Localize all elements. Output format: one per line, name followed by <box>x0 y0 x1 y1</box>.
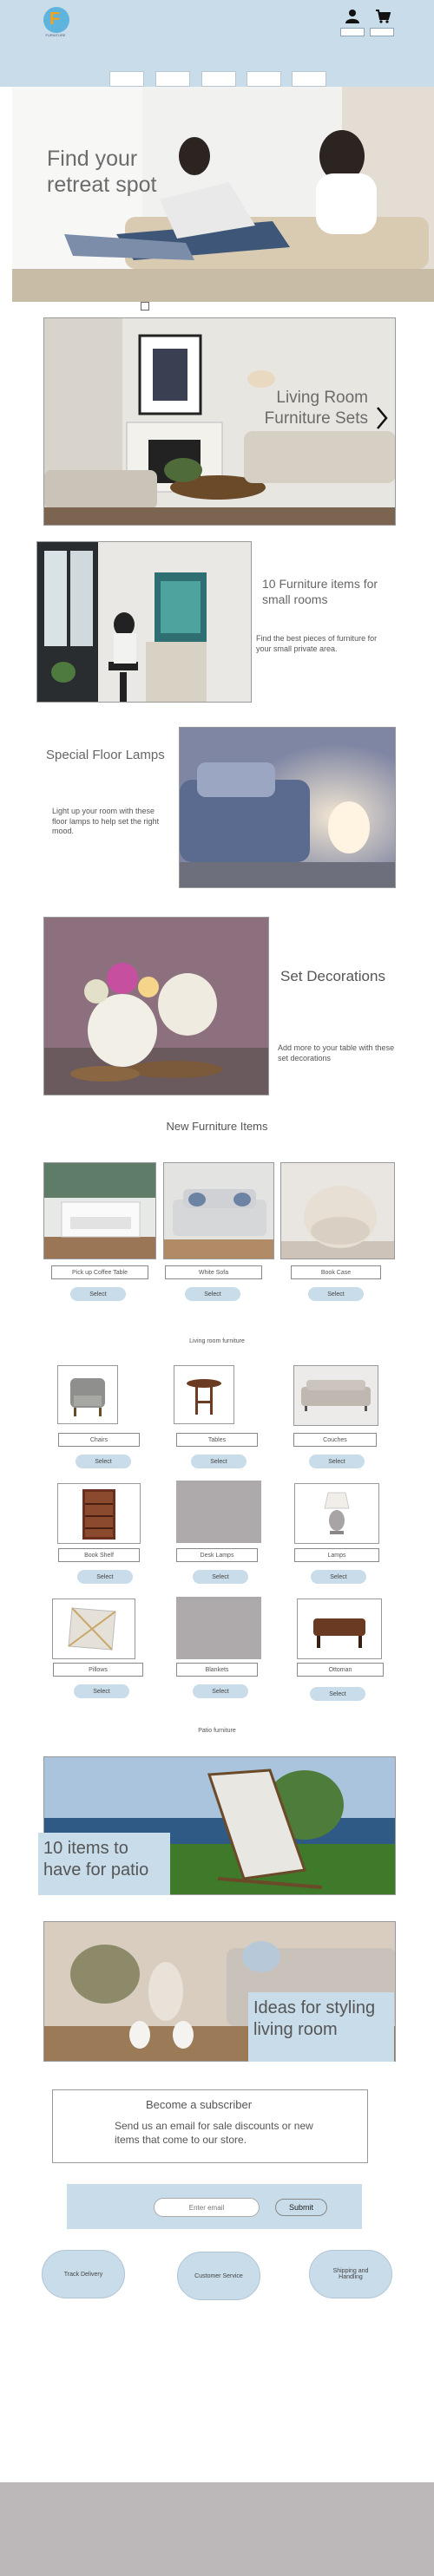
select-lamps-button[interactable]: Select <box>311 1570 366 1584</box>
logo-letter: F <box>49 10 61 29</box>
ottoman-field[interactable]: Ottoman <box>297 1663 384 1677</box>
lamps-field[interactable]: Lamps <box>294 1548 379 1562</box>
select-tables-button[interactable]: Select <box>191 1455 247 1468</box>
blankets-field[interactable]: Blankets <box>176 1663 258 1677</box>
select-white-sofa-button[interactable]: Select <box>185 1287 240 1301</box>
white-sofa-image[interactable] <box>163 1162 274 1259</box>
logo[interactable]: F <box>43 7 69 33</box>
pillows-image[interactable] <box>52 1599 135 1659</box>
select-couches-button[interactable]: Select <box>309 1455 365 1468</box>
select-blankets-button[interactable]: Select <box>193 1684 248 1698</box>
lamps-title: Special Floor Lamps <box>46 748 165 762</box>
lamps-image[interactable] <box>294 1483 379 1544</box>
hero-carousel-dot[interactable] <box>141 302 149 311</box>
tables-image[interactable] <box>174 1365 234 1424</box>
lamps-subtitle: Light up your room with these floor lamp… <box>52 807 160 836</box>
styling-title: Ideas for styling living room <box>253 1998 376 2039</box>
logo-text: FURNITURE <box>45 33 66 37</box>
shipping-handling-link[interactable]: Shipping and Handling <box>309 2250 392 2298</box>
white-sofa-field[interactable]: White Sofa <box>165 1265 262 1279</box>
nav-item-5[interactable] <box>292 71 326 87</box>
chairs-image[interactable] <box>57 1365 118 1424</box>
coffee-table-field[interactable]: Pick up Coffee Table <box>51 1265 148 1279</box>
nav-item-3[interactable] <box>201 71 236 87</box>
select-coffee-table-button[interactable]: Select <box>70 1287 126 1301</box>
small-rooms-title: 10 Furniture items for small rooms <box>262 577 378 606</box>
nav-item-2[interactable] <box>155 71 190 87</box>
subscribe-title: Become a subscriber <box>145 2098 253 2111</box>
patio-heading: Patio furniture <box>198 1728 236 1734</box>
select-desk-lamps-button[interactable]: Select <box>193 1570 248 1584</box>
living-room-furniture-heading: Living room furniture <box>189 1338 245 1344</box>
nav-item-4[interactable] <box>247 71 281 87</box>
decorations-image <box>43 917 269 1095</box>
coffee-table-image[interactable] <box>43 1162 156 1259</box>
tables-field[interactable]: Tables <box>176 1433 258 1447</box>
ottoman-image[interactable] <box>297 1599 382 1659</box>
book-case-field[interactable]: Book Case <box>291 1265 381 1279</box>
email-input[interactable] <box>154 2198 260 2217</box>
couches-field[interactable]: Couches <box>293 1433 377 1447</box>
select-book-case-button[interactable]: Select <box>308 1287 364 1301</box>
chevron-right-icon[interactable] <box>375 406 389 435</box>
cart-icon[interactable] <box>375 9 391 29</box>
book-case-image[interactable] <box>280 1162 395 1259</box>
site-footer <box>0 2482 434 2576</box>
select-pillows-button[interactable]: Select <box>74 1684 129 1698</box>
customer-service-link[interactable]: Customer Service <box>177 2252 260 2300</box>
user-icon[interactable] <box>345 9 360 29</box>
chairs-field[interactable]: Chairs <box>58 1433 140 1447</box>
select-ottoman-button[interactable]: Select <box>310 1687 365 1701</box>
decorations-subtitle: Add more to your table with these set de… <box>278 1043 395 1062</box>
nav-item-1[interactable] <box>109 71 144 87</box>
cart-box[interactable] <box>370 28 394 36</box>
account-box[interactable] <box>340 28 365 36</box>
select-book-shelf-button[interactable]: Select <box>77 1570 133 1584</box>
small-rooms-image <box>36 541 252 703</box>
blankets-placeholder[interactable] <box>176 1597 261 1659</box>
track-delivery-link[interactable]: Track Delivery <box>42 2250 125 2298</box>
patio-title: 10 items to have for patio <box>43 1839 149 1880</box>
pillows-field[interactable]: Pillows <box>53 1663 143 1677</box>
decorations-title: Set Decorations <box>280 968 385 984</box>
small-rooms-subtitle: Find the best pieces of furniture for yo… <box>256 634 378 653</box>
floor-lamps-image <box>179 727 396 888</box>
living-room-title: Living Room Furniture Sets <box>264 389 368 428</box>
submit-button[interactable]: Submit <box>275 2199 327 2216</box>
book-shelf-field[interactable]: Book Shelf <box>58 1548 140 1562</box>
new-items-title: New Furniture Items <box>166 1120 268 1133</box>
desk-lamps-placeholder[interactable] <box>176 1481 261 1543</box>
desk-lamps-field[interactable]: Desk Lamps <box>176 1548 258 1562</box>
hero-title: Find your retreat spot <box>47 147 157 197</box>
couches-image[interactable] <box>293 1365 378 1426</box>
subscribe-text: Send us an email for sale discounts or n… <box>115 2120 313 2146</box>
book-shelf-image[interactable] <box>57 1483 141 1544</box>
select-chairs-button[interactable]: Select <box>76 1455 131 1468</box>
